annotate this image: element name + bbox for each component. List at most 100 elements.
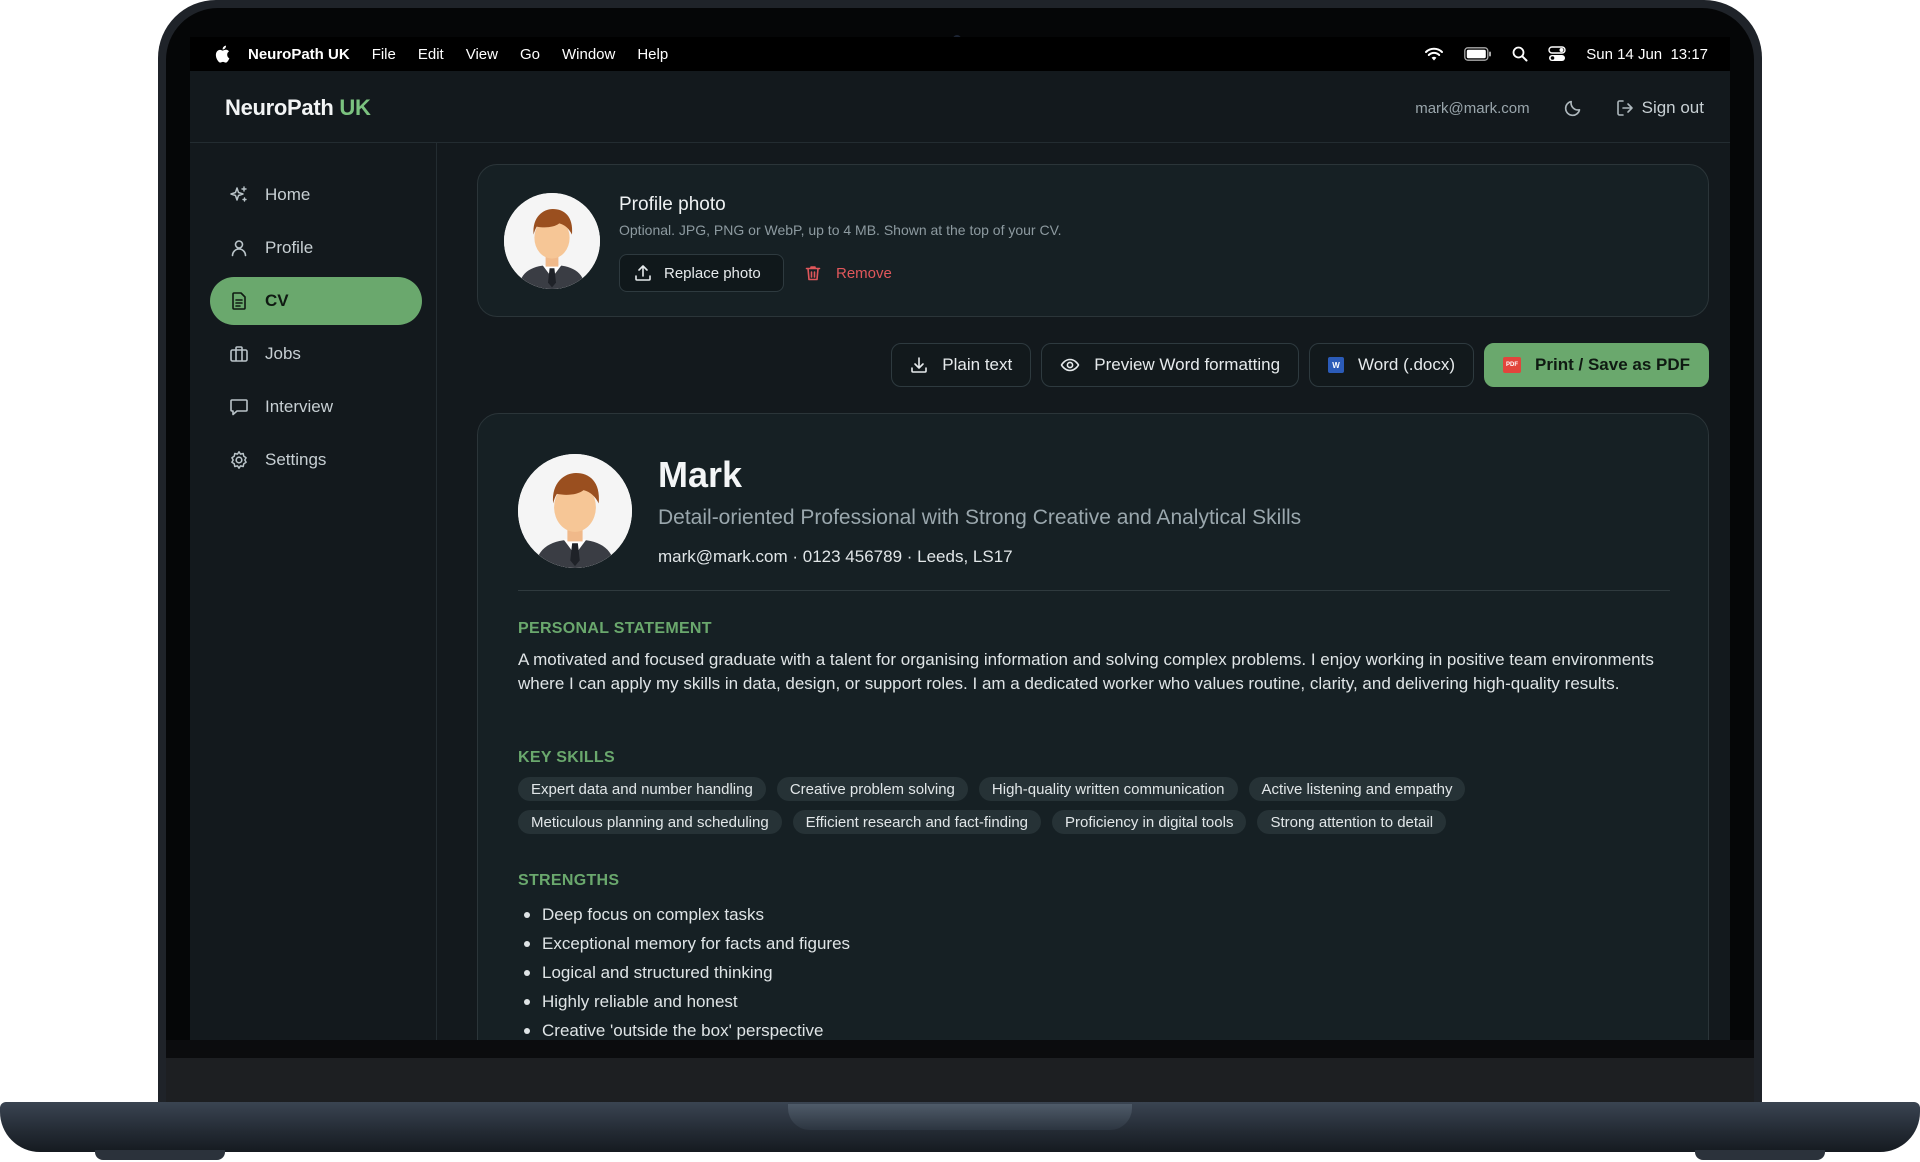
- sidebar-item-jobs[interactable]: Jobs: [210, 330, 422, 378]
- menu-file[interactable]: File: [372, 46, 396, 63]
- plain-text-button[interactable]: Plain text: [891, 343, 1032, 387]
- key-skills-list: Expert data and number handling Creative…: [518, 777, 1678, 834]
- cv-contact: mark@mark.com · 0123 456789 · Leeds, LS1…: [658, 547, 1013, 566]
- skill-chip: Active listening and empathy: [1248, 777, 1466, 801]
- user-icon: [229, 238, 249, 258]
- preview-word-label: Preview Word formatting: [1094, 355, 1281, 374]
- upload-icon: [635, 265, 651, 281]
- sidebar-item-label: Profile: [265, 238, 314, 257]
- sign-out-label: Sign out: [1641, 98, 1704, 117]
- avatar: [504, 193, 600, 289]
- menu-window[interactable]: Window: [562, 46, 615, 63]
- cv-headline: Detail-oriented Professional with Strong…: [658, 506, 1302, 529]
- brand-main: NeuroPath: [225, 95, 334, 120]
- replace-photo-button[interactable]: Replace photo: [619, 254, 784, 292]
- replace-photo-label: Replace photo: [664, 264, 761, 282]
- chat-icon: [229, 397, 249, 417]
- cv-preview-card: Mark Detail-oriented Professional with S…: [477, 413, 1709, 1040]
- strengths-list: Deep focus on complex tasks Exceptional …: [518, 900, 850, 1040]
- search-icon[interactable]: [1512, 46, 1528, 62]
- word-icon: W: [1328, 357, 1345, 373]
- profile-photo-card: Profile photo Optional. JPG, PNG or WebP…: [477, 164, 1709, 317]
- preview-word-button[interactable]: Preview Word formatting: [1041, 343, 1300, 387]
- strengths-heading: STRENGTHS: [518, 872, 620, 889]
- list-item: Highly reliable and honest: [518, 987, 850, 1016]
- cv-avatar: [518, 454, 632, 568]
- header-actions: mark@mark.com Sign out: [1415, 91, 1704, 125]
- menu-edit[interactable]: Edit: [418, 46, 444, 63]
- sign-out-icon: [1616, 100, 1633, 116]
- theme-toggle-button[interactable]: [1558, 93, 1588, 123]
- remove-photo-label: Remove: [836, 264, 892, 282]
- skill-chip: Creative problem solving: [776, 777, 968, 801]
- print-pdf-button[interactable]: PDF Print / Save as PDF: [1484, 343, 1709, 387]
- profile-photo-hint: Optional. JPG, PNG or WebP, up to 4 MB. …: [619, 222, 1062, 238]
- skill-chip: Proficiency in digital tools: [1052, 810, 1247, 834]
- menubar-app-name[interactable]: NeuroPath UK: [248, 46, 350, 63]
- brand-logo[interactable]: NeuroPath UK: [225, 95, 371, 121]
- list-item: Exceptional memory for facts and figures: [518, 929, 850, 958]
- skill-chip: Strong attention to detail: [1257, 810, 1447, 834]
- menu-help[interactable]: Help: [637, 46, 668, 63]
- sidebar-item-label: Home: [265, 185, 311, 204]
- app-header: NeuroPath UK mark@mark.com Sign out: [190, 71, 1730, 143]
- sidebar-item-label: Interview: [265, 397, 334, 416]
- export-toolbar: Plain text Preview Word formatting W Wor…: [891, 343, 1709, 387]
- battery-icon[interactable]: [1464, 47, 1492, 61]
- menu-go[interactable]: Go: [520, 46, 540, 63]
- list-item: Logical and structured thinking: [518, 958, 850, 987]
- plain-text-label: Plain text: [942, 355, 1013, 374]
- laptop-foot-left: [95, 1150, 225, 1160]
- personal-statement-heading: PERSONAL STATEMENT: [518, 620, 712, 637]
- trash-icon: [805, 266, 821, 281]
- pdf-icon: PDF: [1503, 357, 1522, 373]
- sign-out-button[interactable]: Sign out: [1616, 98, 1704, 118]
- sparkle-icon: [229, 185, 249, 205]
- gear-icon: [229, 450, 249, 470]
- briefcase-icon: [229, 344, 249, 364]
- sidebar-item-label: Jobs: [265, 344, 301, 363]
- sidebar-item-home[interactable]: Home: [210, 171, 422, 219]
- pdf-badge: PDF: [1503, 357, 1522, 373]
- word-badge: W: [1328, 357, 1345, 373]
- word-docx-label: Word (.docx): [1358, 355, 1456, 374]
- sidebar-item-cv[interactable]: CV: [210, 277, 422, 325]
- skill-chip: High-quality written communication: [978, 777, 1238, 801]
- document-icon: [229, 291, 249, 311]
- sidebar-item-label: Settings: [265, 450, 327, 469]
- user-email: mark@mark.com: [1415, 99, 1530, 117]
- cv-name: Mark: [658, 454, 743, 495]
- personal-statement-text: A motivated and focused graduate with a …: [518, 650, 1654, 693]
- sidebar-item-profile[interactable]: Profile: [210, 224, 422, 272]
- control-center-icon[interactable]: [1548, 46, 1566, 62]
- skill-chip: Meticulous planning and scheduling: [518, 810, 782, 834]
- key-skills-heading: KEY SKILLS: [518, 749, 615, 766]
- sidebar-item-interview[interactable]: Interview: [210, 383, 422, 431]
- list-item: Deep focus on complex tasks: [518, 900, 850, 929]
- divider: [518, 590, 1670, 591]
- sidebar: Home Profile CV Jobs Interview Settings: [190, 143, 437, 1040]
- eye-icon: [1060, 357, 1080, 373]
- apple-icon[interactable]: [214, 45, 230, 63]
- menubar-clock[interactable]: Sun 14 Jun 13:17: [1586, 46, 1708, 63]
- word-docx-button[interactable]: W Word (.docx): [1309, 343, 1475, 387]
- main-content: Profile photo Optional. JPG, PNG or WebP…: [437, 143, 1730, 1040]
- wifi-icon[interactable]: [1424, 46, 1444, 62]
- download-icon: [910, 356, 928, 374]
- list-item: Creative 'outside the box' perspective: [518, 1016, 850, 1040]
- brand-accent: UK: [339, 95, 371, 120]
- screen-chin-inner: [166, 1058, 1754, 1102]
- skill-chip: Efficient research and fact-finding: [792, 810, 1042, 834]
- sidebar-item-label: CV: [265, 291, 289, 310]
- profile-photo-title: Profile photo: [619, 194, 726, 215]
- laptop-foot-right: [1695, 1150, 1825, 1160]
- skill-chip: Expert data and number handling: [518, 777, 766, 801]
- screen: NeuroPath UK File Edit View Go Window He…: [190, 37, 1730, 1040]
- print-pdf-label: Print / Save as PDF: [1535, 355, 1690, 374]
- remove-photo-button[interactable]: Remove: [804, 254, 892, 292]
- sidebar-item-settings[interactable]: Settings: [210, 436, 422, 484]
- laptop-notch: [788, 1104, 1132, 1130]
- menu-view[interactable]: View: [466, 46, 498, 63]
- moon-icon: [1564, 100, 1580, 117]
- menu-bar: NeuroPath UK File Edit View Go Window He…: [190, 37, 1730, 71]
